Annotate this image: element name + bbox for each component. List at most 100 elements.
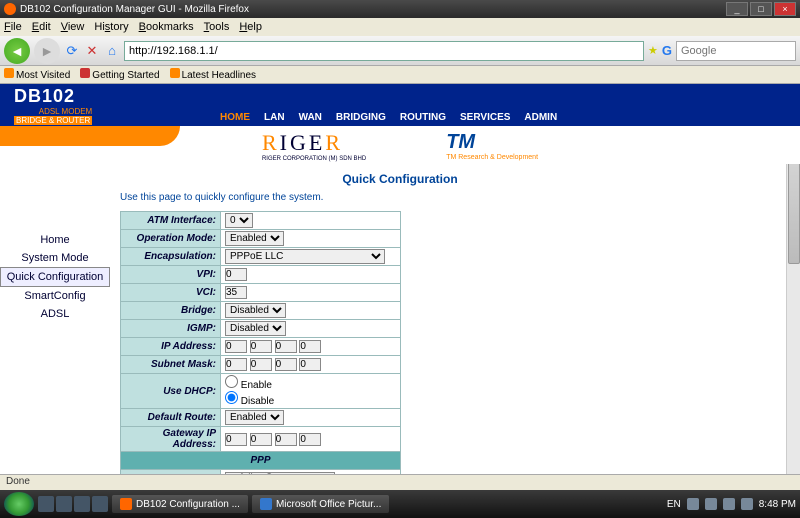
droute-select[interactable]: Enabled [225, 410, 284, 425]
search-input[interactable] [676, 41, 796, 61]
bookmark-getting-started[interactable]: Getting Started [80, 68, 159, 81]
bridge-select[interactable]: Disabled [225, 303, 286, 318]
nav-routing[interactable]: ROUTING [400, 112, 446, 123]
tm-logo: TM TM Research & Development [446, 131, 538, 161]
lbl-vpi: VPI: [121, 266, 221, 284]
ql-icon-4[interactable] [92, 496, 108, 512]
lbl-droute: Default Route: [121, 409, 221, 427]
window-title: DB102 Configuration Manager GUI - Mozill… [20, 4, 726, 15]
nav-services[interactable]: SERVICES [460, 112, 510, 123]
close-button[interactable]: × [774, 2, 796, 16]
atm-select[interactable]: 0 [225, 213, 253, 228]
maximize-button[interactable]: □ [750, 2, 772, 16]
side-system-mode[interactable]: System Mode [0, 249, 110, 267]
lbl-atm: ATM Interface: [121, 212, 221, 230]
page-intro: Use this page to quickly configure the s… [120, 192, 800, 203]
gw-oct-1[interactable] [225, 433, 247, 446]
config-table: ATM Interface: 0 Operation Mode: Enabled… [120, 211, 401, 474]
tray-lang[interactable]: EN [667, 499, 681, 510]
ip-oct-2[interactable] [250, 340, 272, 353]
side-smartconfig[interactable]: SmartConfig [0, 287, 110, 305]
forward-button[interactable]: ► [34, 38, 60, 64]
quick-launch [38, 496, 108, 512]
ql-icon-1[interactable] [38, 496, 54, 512]
menu-tools[interactable]: Tools [204, 21, 230, 33]
lbl-vci: VCI: [121, 284, 221, 302]
lbl-gw: Gateway IP Address: [121, 427, 221, 452]
ql-icon-3[interactable] [74, 496, 90, 512]
side-quick-config[interactable]: Quick Configuration [0, 267, 110, 287]
riger-logo: RIGER RIGER CORPORATION (M) SDN BHD [262, 130, 366, 162]
lbl-igmp: IGMP: [121, 320, 221, 338]
menu-help[interactable]: Help [239, 21, 262, 33]
nav-admin[interactable]: ADMIN [524, 112, 557, 123]
minimize-button[interactable]: _ [726, 2, 748, 16]
task-firefox[interactable]: DB102 Configuration ... [112, 495, 248, 513]
product-logo: DB102 ADSL MODEM BRIDGE & ROUTER [14, 86, 92, 125]
stop-icon[interactable]: ✕ [84, 43, 100, 59]
mask-oct-2[interactable] [250, 358, 272, 371]
side-home[interactable]: Home [0, 231, 110, 249]
menu-file[interactable]: File [4, 21, 22, 33]
ip-oct-1[interactable] [225, 340, 247, 353]
favorite-icon[interactable]: ★ [648, 44, 658, 57]
taskbar: DB102 Configuration ... Microsoft Office… [0, 490, 800, 518]
lbl-user: Username: [121, 470, 221, 475]
lbl-mask: Subnet Mask: [121, 356, 221, 374]
ql-icon-2[interactable] [56, 496, 72, 512]
browser-toolbar: ◄ ► ⟳ ✕ ⌂ ★ G [0, 36, 800, 66]
page-title: Quick Configuration [0, 172, 800, 186]
lbl-enc: Encapsulation: [121, 248, 221, 266]
header-band: DB102 ADSL MODEM BRIDGE & ROUTER HOME LA… [0, 84, 800, 126]
ip-oct-3[interactable] [275, 340, 297, 353]
dhcp-enable[interactable]: Enable [225, 380, 272, 391]
lbl-op: Operation Mode: [121, 230, 221, 248]
top-nav: HOME LAN WAN BRIDGING ROUTING SERVICES A… [220, 112, 557, 123]
task-office[interactable]: Microsoft Office Pictur... [252, 495, 389, 513]
menu-history[interactable]: History [94, 21, 128, 33]
section-ppp: PPP [121, 452, 401, 470]
menu-view[interactable]: View [61, 21, 85, 33]
bookmarks-bar: Most Visited Getting Started Latest Head… [0, 66, 800, 84]
lbl-dhcp: Use DHCP: [121, 374, 221, 409]
bookmark-most-visited[interactable]: Most Visited [4, 68, 70, 81]
browser-menubar: File Edit View History Bookmarks Tools H… [0, 18, 800, 36]
url-input[interactable] [124, 41, 644, 61]
menu-bookmarks[interactable]: Bookmarks [139, 21, 194, 33]
mask-oct-1[interactable] [225, 358, 247, 371]
ip-oct-4[interactable] [299, 340, 321, 353]
lbl-ip: IP Address: [121, 338, 221, 356]
vpi-input[interactable] [225, 268, 247, 281]
window-titlebar: DB102 Configuration Manager GUI - Mozill… [0, 0, 800, 18]
side-adsl[interactable]: ADSL [0, 305, 110, 323]
bookmark-latest-headlines[interactable]: Latest Headlines [170, 68, 257, 81]
google-icon: G [662, 43, 672, 58]
start-button[interactable] [4, 492, 34, 516]
mask-oct-3[interactable] [275, 358, 297, 371]
username-input[interactable] [225, 472, 335, 474]
vci-input[interactable] [225, 286, 247, 299]
tray-clock[interactable]: 8:48 PM [759, 499, 796, 510]
page-content: DB102 ADSL MODEM BRIDGE & ROUTER HOME LA… [0, 84, 800, 474]
dhcp-disable[interactable]: Disable [225, 396, 274, 407]
lbl-bridge: Bridge: [121, 302, 221, 320]
enc-select[interactable]: PPPoE LLC [225, 249, 385, 264]
gw-oct-3[interactable] [275, 433, 297, 446]
nav-wan[interactable]: WAN [299, 112, 322, 123]
firefox-icon [4, 3, 16, 15]
gw-oct-2[interactable] [250, 433, 272, 446]
side-nav: Home System Mode Quick Configuration Sma… [0, 211, 110, 474]
igmp-select[interactable]: Disabled [225, 321, 286, 336]
nav-bridging[interactable]: BRIDGING [336, 112, 386, 123]
nav-lan[interactable]: LAN [264, 112, 285, 123]
gw-oct-4[interactable] [299, 433, 321, 446]
nav-home[interactable]: HOME [220, 112, 250, 123]
reload-icon[interactable]: ⟳ [64, 43, 80, 59]
status-text: Done [6, 476, 30, 487]
menu-edit[interactable]: Edit [32, 21, 51, 33]
mask-oct-4[interactable] [299, 358, 321, 371]
op-select[interactable]: Enabled [225, 231, 284, 246]
brand-row: RIGER RIGER CORPORATION (M) SDN BHD TM T… [0, 126, 800, 164]
back-button[interactable]: ◄ [4, 38, 30, 64]
home-icon[interactable]: ⌂ [104, 43, 120, 59]
